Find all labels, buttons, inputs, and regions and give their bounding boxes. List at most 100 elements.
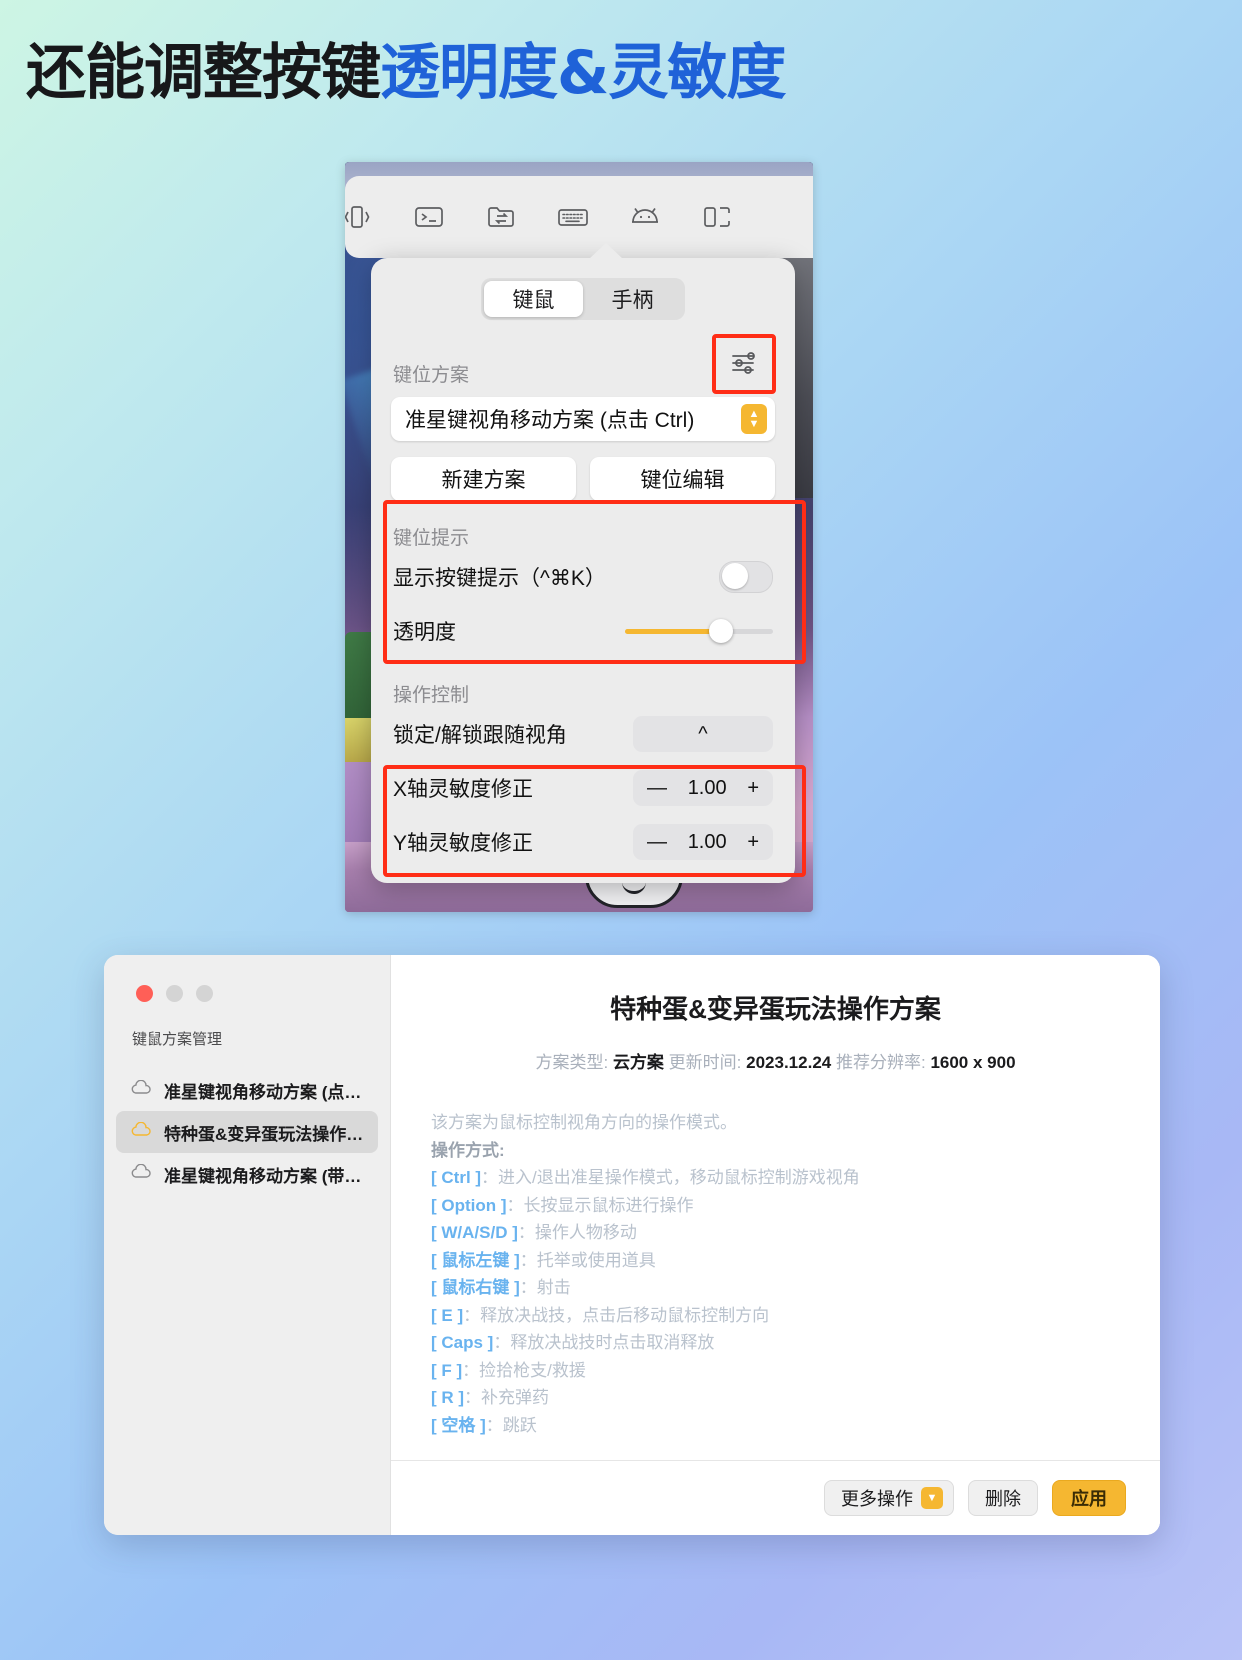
key-mapping-separator: ： bbox=[493, 1333, 511, 1353]
key-mapping-key: [ F ] bbox=[431, 1360, 463, 1380]
show-hint-label: 显示按键提示（^⌘K） bbox=[393, 567, 606, 590]
y-minus-button[interactable]: — bbox=[647, 831, 667, 854]
mode-segmented-control[interactable]: 键鼠 手柄 bbox=[481, 278, 685, 320]
opacity-slider[interactable] bbox=[625, 619, 773, 643]
mirror-toolbar[interactable] bbox=[345, 176, 813, 258]
lock-follow-key[interactable]: ^ bbox=[633, 716, 773, 752]
keyboard-icon[interactable] bbox=[551, 195, 595, 239]
x-sensitivity-stepper[interactable]: — 1.00 + bbox=[633, 770, 773, 806]
split-screen-icon[interactable] bbox=[695, 195, 739, 239]
shake-device-icon[interactable] bbox=[345, 195, 379, 239]
y-sensitivity-label: Y轴灵敏度修正 bbox=[393, 832, 534, 855]
file-transfer-icon[interactable] bbox=[479, 195, 523, 239]
detail-body: 该方案为鼠标控制视角方向的操作模式。 操作方式: [ Ctrl ]：进入/退出准… bbox=[431, 1109, 1120, 1439]
minimize-button[interactable] bbox=[166, 985, 183, 1002]
chevron-down-icon[interactable]: ▼ bbox=[921, 1487, 943, 1509]
control-section-label: 操作控制 bbox=[393, 685, 470, 706]
meta-type-label: 方案类型: bbox=[535, 1053, 609, 1072]
traffic-lights[interactable] bbox=[104, 973, 390, 1002]
key-mapping-key: [ W/A/S/D ] bbox=[431, 1223, 518, 1243]
meta-updated-label: 更新时间: bbox=[668, 1053, 742, 1072]
key-mapping-separator: ： bbox=[506, 1195, 524, 1215]
sidebar-list: 准星键视角移动方案 (点… 特种蛋&变异蛋玩法操作… 准星键视角移动方案 (带… bbox=[104, 1069, 390, 1195]
key-mapping-description: 射击 bbox=[536, 1278, 571, 1298]
keymap-popover: 键鼠 手柄 键位方案 准星键视角移动方案 (点击 Ctrl) ▲ ▼ 新建方案 键… bbox=[371, 243, 795, 883]
delete-button[interactable]: 删除 bbox=[968, 1480, 1038, 1516]
key-mapping-list: [ Ctrl ]：进入/退出准星操作模式，移动鼠标控制游戏视角 [ Option … bbox=[431, 1164, 1120, 1439]
key-mapping-key: [ Option ] bbox=[431, 1195, 507, 1215]
key-mapping-row: [ Caps ]：释放决战技时点击取消释放 bbox=[431, 1329, 1120, 1357]
key-mapping-key: [ Ctrl ] bbox=[431, 1168, 482, 1188]
new-scheme-button[interactable]: 新建方案 bbox=[391, 457, 576, 501]
x-minus-button[interactable]: — bbox=[647, 777, 667, 800]
window-main: 特种蛋&变异蛋玩法操作方案 方案类型: 云方案 更新时间: 2023.12.24… bbox=[391, 955, 1160, 1535]
key-mapping-row: [ F ]：捡拾枪支/救援 bbox=[431, 1357, 1120, 1385]
y-sensitivity-stepper[interactable]: — 1.00 + bbox=[633, 824, 773, 860]
popover-arrow bbox=[589, 243, 623, 259]
key-mapping-separator: ： bbox=[462, 1360, 480, 1380]
scheme-section-label: 键位方案 bbox=[393, 365, 470, 386]
detail-description: 该方案为鼠标控制视角方向的操作模式。 bbox=[431, 1113, 737, 1132]
terminal-icon[interactable] bbox=[407, 195, 451, 239]
mirror-screenshot: ✂ bbox=[345, 162, 813, 912]
opacity-row[interactable]: 透明度 bbox=[371, 604, 795, 658]
key-mapping-separator: ： bbox=[481, 1168, 499, 1188]
scheme-select[interactable]: 准星键视角移动方案 (点击 Ctrl) ▲ ▼ bbox=[391, 397, 775, 441]
y-sensitivity-value: 1.00 bbox=[687, 830, 727, 853]
x-plus-button[interactable]: + bbox=[747, 777, 759, 800]
show-hint-toggle[interactable] bbox=[719, 561, 773, 593]
sidebar-item-scheme-1[interactable]: 准星键视角移动方案 (点… bbox=[116, 1069, 378, 1111]
detail-scroll-area[interactable]: 特种蛋&变异蛋玩法操作方案 方案类型: 云方案 更新时间: 2023.12.24… bbox=[391, 955, 1160, 1460]
window-footer: 更多操作 ▼ 删除 应用 bbox=[391, 1460, 1160, 1535]
y-sensitivity-row[interactable]: Y轴灵敏度修正 — 1.00 + bbox=[371, 815, 795, 869]
meta-type-value: 云方案 bbox=[612, 1053, 664, 1072]
cloud-icon bbox=[130, 1121, 152, 1143]
apply-button[interactable]: 应用 bbox=[1052, 1480, 1126, 1516]
key-mapping-row: [ 鼠标右键 ]：射击 bbox=[431, 1274, 1120, 1302]
sidebar-item-scheme-3[interactable]: 准星键视角移动方案 (带… bbox=[116, 1153, 378, 1195]
key-mapping-separator: ： bbox=[517, 1223, 535, 1243]
sidebar-item-scheme-2[interactable]: 特种蛋&变异蛋玩法操作… bbox=[116, 1111, 378, 1153]
key-mapping-row: [ R ]：补充弹药 bbox=[431, 1384, 1120, 1412]
scheme-select-value: 准星键视角移动方案 (点击 Ctrl) bbox=[405, 409, 695, 432]
key-mapping-separator: ： bbox=[463, 1305, 481, 1325]
opacity-label: 透明度 bbox=[393, 621, 456, 644]
y-plus-button[interactable]: + bbox=[747, 831, 759, 854]
close-button[interactable] bbox=[136, 985, 153, 1002]
key-mapping-row: [ W/A/S/D ]：操作人物移动 bbox=[431, 1219, 1120, 1247]
key-mapping-separator: ： bbox=[485, 1415, 503, 1435]
tab-keyboard-mouse[interactable]: 键鼠 bbox=[484, 281, 583, 317]
key-mapping-separator: ： bbox=[519, 1250, 537, 1270]
key-mapping-key: [ 鼠标左键 ] bbox=[431, 1250, 520, 1270]
x-sensitivity-value: 1.00 bbox=[687, 776, 727, 799]
edit-keymap-button[interactable]: 键位编辑 bbox=[590, 457, 775, 501]
key-mapping-key: [ 空格 ] bbox=[431, 1415, 486, 1435]
more-actions-label: 更多操作 bbox=[841, 1489, 913, 1509]
maximize-button[interactable] bbox=[196, 985, 213, 1002]
page-title-black: 还能调整按键 bbox=[26, 38, 381, 108]
chevron-updown-icon[interactable]: ▲ ▼ bbox=[741, 404, 767, 434]
key-mapping-description: 托举或使用道具 bbox=[536, 1250, 656, 1270]
show-hint-row[interactable]: 显示按键提示（^⌘K） bbox=[371, 550, 795, 604]
scheme-manager-window: 键鼠方案管理 准星键视角移动方案 (点… 特种蛋&变异蛋玩法操作… 准星键视角移… bbox=[104, 955, 1160, 1535]
meta-resolution-value: 1600 x 900 bbox=[930, 1053, 1016, 1072]
page-title-blue: 透明度&灵敏度 bbox=[380, 38, 786, 108]
android-icon[interactable] bbox=[623, 195, 667, 239]
key-mapping-description: 释放决战技，点击后移动鼠标控制方向 bbox=[480, 1305, 770, 1325]
key-mapping-description: 跳跃 bbox=[502, 1415, 537, 1435]
lock-follow-row[interactable]: 锁定/解锁跟随视角 ^ bbox=[371, 707, 795, 761]
tab-gamepad[interactable]: 手柄 bbox=[583, 281, 682, 317]
slider-knob[interactable] bbox=[709, 619, 734, 643]
key-mapping-description: 释放决战技时点击取消释放 bbox=[510, 1333, 715, 1353]
x-sensitivity-row[interactable]: X轴灵敏度修正 — 1.00 + bbox=[371, 761, 795, 815]
scheme-buttons: 新建方案 键位编辑 bbox=[391, 457, 775, 501]
window-sidebar: 键鼠方案管理 准星键视角移动方案 (点… 特种蛋&变异蛋玩法操作… 准星键视角移… bbox=[104, 955, 391, 1535]
key-mapping-row: [ 鼠标左键 ]：托举或使用道具 bbox=[431, 1247, 1120, 1275]
key-mapping-row: [ Ctrl ]：进入/退出准星操作模式，移动鼠标控制游戏视角 bbox=[431, 1164, 1120, 1192]
key-mapping-description: 长按显示鼠标进行操作 bbox=[523, 1195, 694, 1215]
sidebar-title: 键鼠方案管理 bbox=[132, 1031, 223, 1048]
key-mapping-row: [ E ]：释放决战技，点击后移动鼠标控制方向 bbox=[431, 1302, 1120, 1330]
sliders-icon[interactable] bbox=[717, 342, 773, 384]
more-actions-button[interactable]: 更多操作 ▼ bbox=[824, 1480, 954, 1516]
cloud-icon bbox=[130, 1163, 152, 1185]
